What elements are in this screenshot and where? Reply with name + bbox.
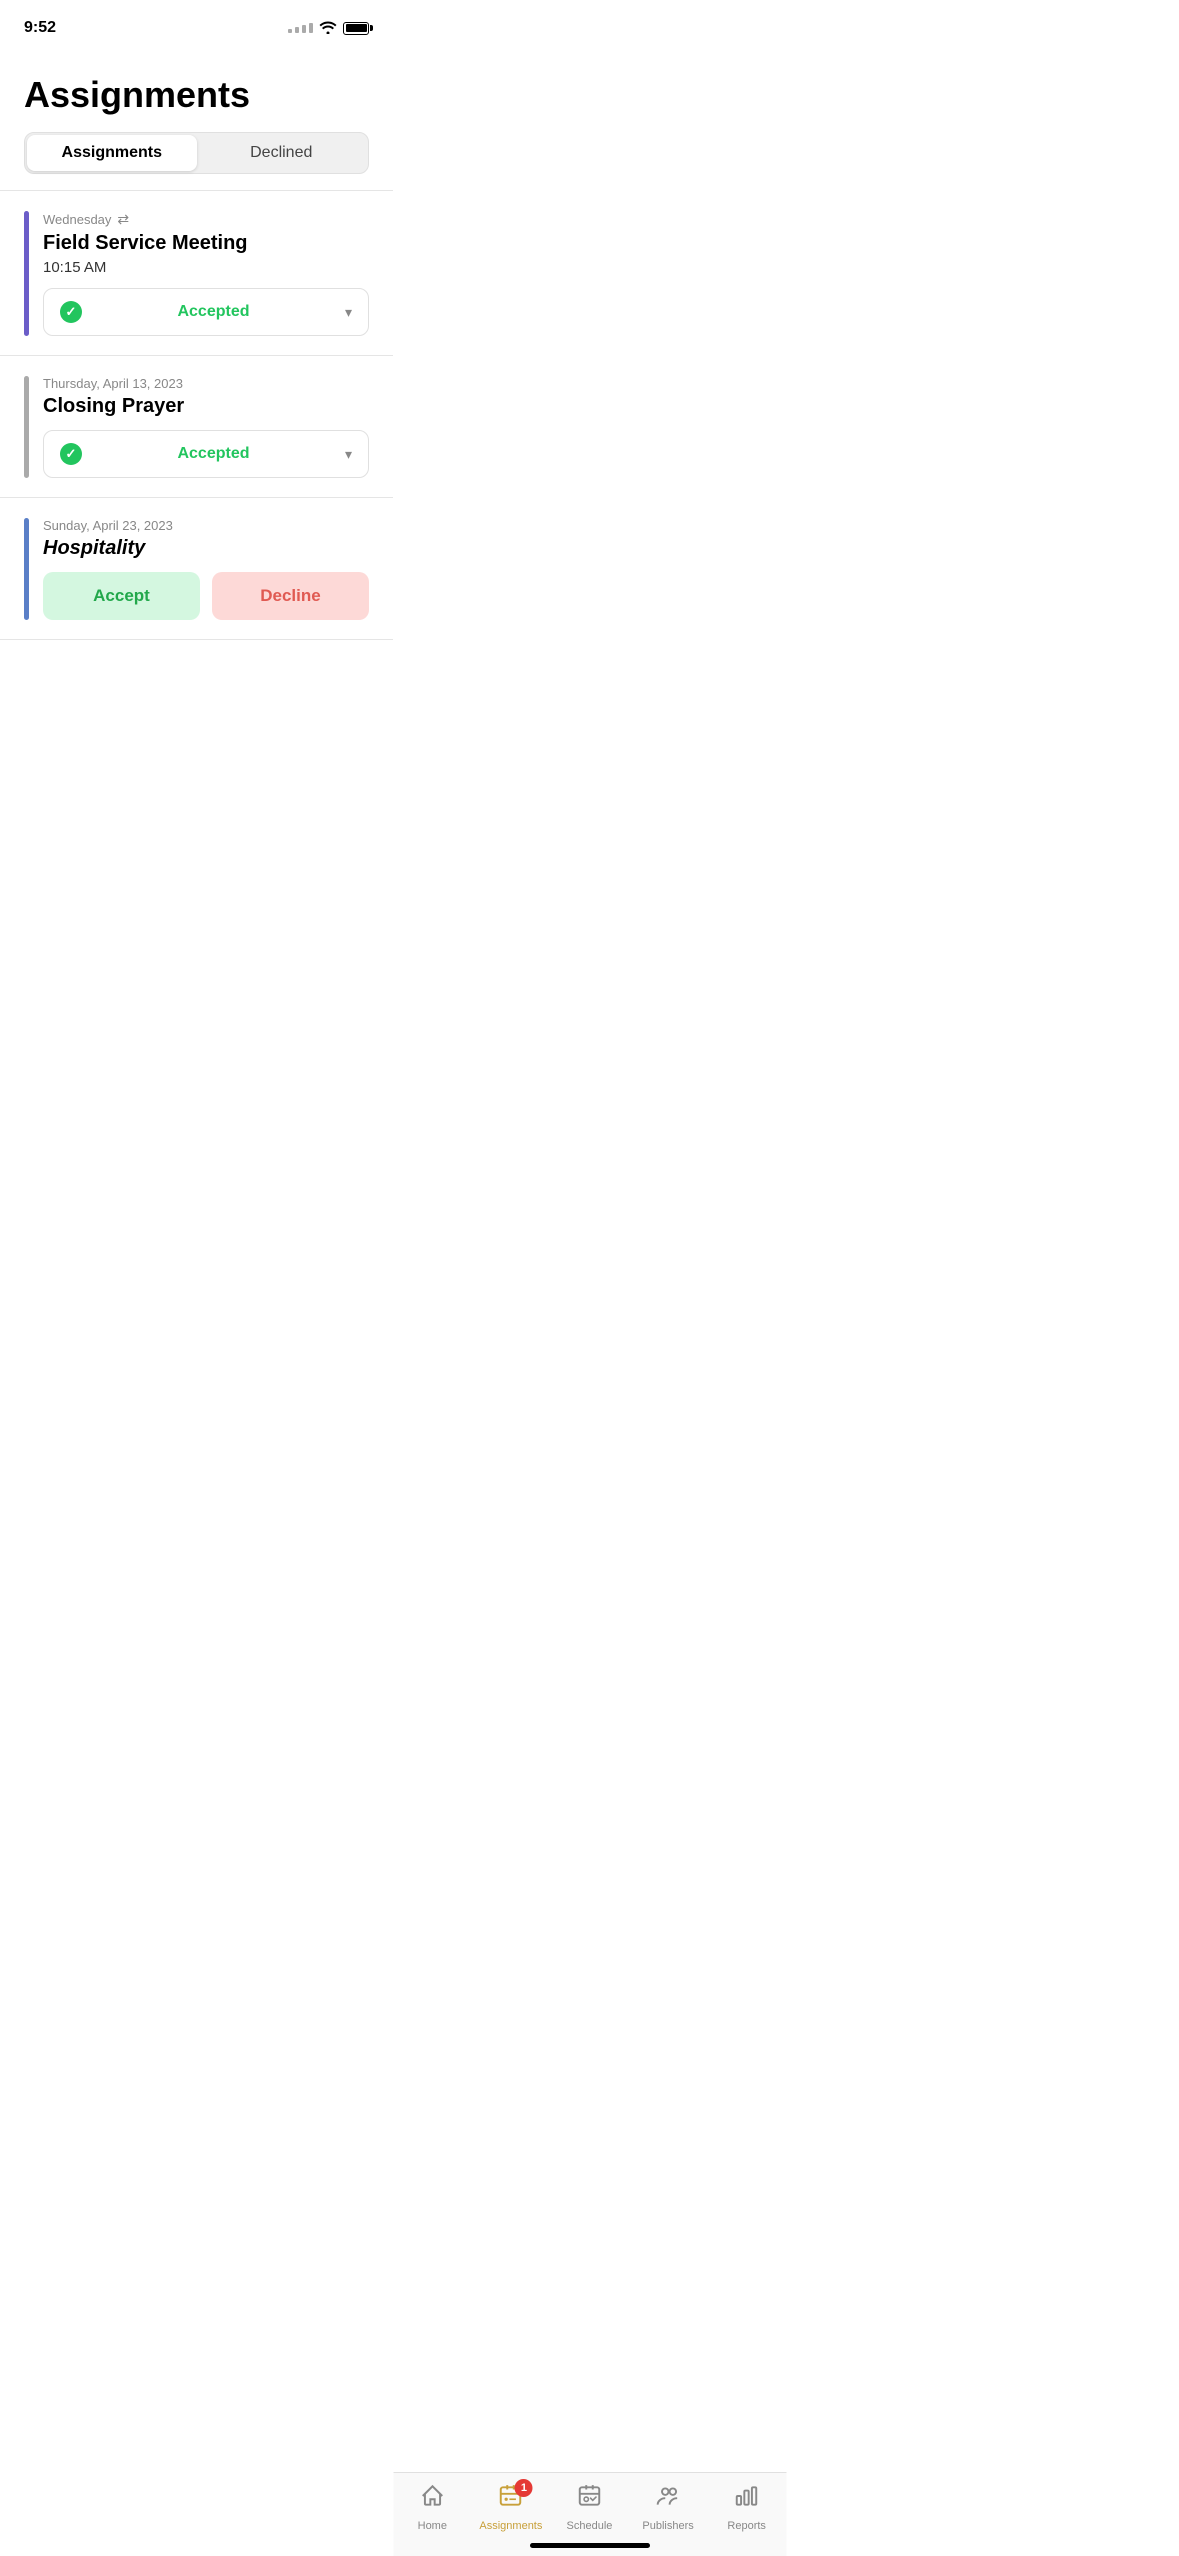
left-bar-blue	[24, 518, 29, 620]
status-dropdown-1[interactable]: Accepted ▾	[43, 288, 369, 336]
assignment-date: Sunday, April 23, 2023	[43, 518, 369, 533]
tab-label-publishers: Publishers	[642, 2520, 693, 2532]
accepted-check-1	[60, 301, 82, 323]
assignment-time: 10:15 AM	[43, 259, 369, 276]
battery-icon	[343, 22, 369, 35]
status-bar: 9:52	[0, 0, 393, 50]
page-title: Assignments	[0, 50, 393, 132]
left-bar-purple	[24, 211, 29, 336]
reports-icon	[734, 2483, 760, 2516]
tab-label-reports: Reports	[727, 2520, 766, 2532]
recur-icon: ⇄	[117, 211, 129, 228]
badge-count: 1	[515, 2479, 533, 2497]
status-dropdown-2[interactable]: Accepted ▾	[43, 430, 369, 478]
tab-label-assignments: Assignments	[479, 2520, 542, 2532]
tab-item-reports[interactable]: Reports	[707, 2483, 786, 2532]
tab-item-home[interactable]: Home	[393, 2483, 472, 2532]
accepted-check-2	[60, 443, 82, 465]
status-icons	[288, 20, 369, 37]
chevron-down-icon-1: ▾	[345, 304, 352, 321]
tab-label-home: Home	[418, 2520, 447, 2532]
status-label-1: Accepted	[92, 303, 335, 321]
assignment-title: Closing Prayer	[43, 395, 369, 418]
assignment-content: Thursday, April 13, 2023 Closing Prayer …	[43, 376, 369, 478]
chevron-down-icon-2: ▾	[345, 446, 352, 463]
tab-label-schedule: Schedule	[567, 2520, 613, 2532]
tab-item-schedule[interactable]: Schedule	[550, 2483, 629, 2532]
tab-item-publishers[interactable]: Publishers	[629, 2483, 708, 2532]
assignment-item: Thursday, April 13, 2023 Closing Prayer …	[0, 356, 393, 498]
decline-button[interactable]: Decline	[212, 572, 369, 620]
home-bar	[530, 2543, 650, 2548]
wifi-icon	[319, 20, 337, 37]
publishers-icon	[655, 2483, 681, 2516]
signal-icon	[288, 23, 313, 33]
accept-button[interactable]: Accept	[43, 572, 200, 620]
status-label-2: Accepted	[92, 445, 335, 463]
tab-item-assignments[interactable]: 1 Assignments	[472, 2483, 551, 2532]
segment-control: Assignments Declined	[24, 132, 369, 174]
schedule-icon	[576, 2483, 602, 2516]
tab-assignments[interactable]: Assignments	[27, 135, 197, 171]
status-time: 9:52	[24, 19, 56, 37]
home-icon	[419, 2483, 445, 2516]
action-buttons: Accept Decline	[43, 572, 369, 620]
assignment-title: Hospitality	[43, 537, 369, 560]
assignment-content: Wednesday ⇄ Field Service Meeting 10:15 …	[43, 211, 369, 336]
assignment-date: Wednesday ⇄	[43, 211, 369, 228]
assignment-item: Sunday, April 23, 2023 Hospitality Accep…	[0, 498, 393, 640]
assignment-title: Field Service Meeting	[43, 232, 369, 255]
assignment-date: Thursday, April 13, 2023	[43, 376, 369, 391]
tab-declined[interactable]: Declined	[197, 135, 367, 171]
assignment-content: Sunday, April 23, 2023 Hospitality Accep…	[43, 518, 369, 620]
left-bar-gray	[24, 376, 29, 478]
assignment-item: Wednesday ⇄ Field Service Meeting 10:15 …	[0, 191, 393, 356]
